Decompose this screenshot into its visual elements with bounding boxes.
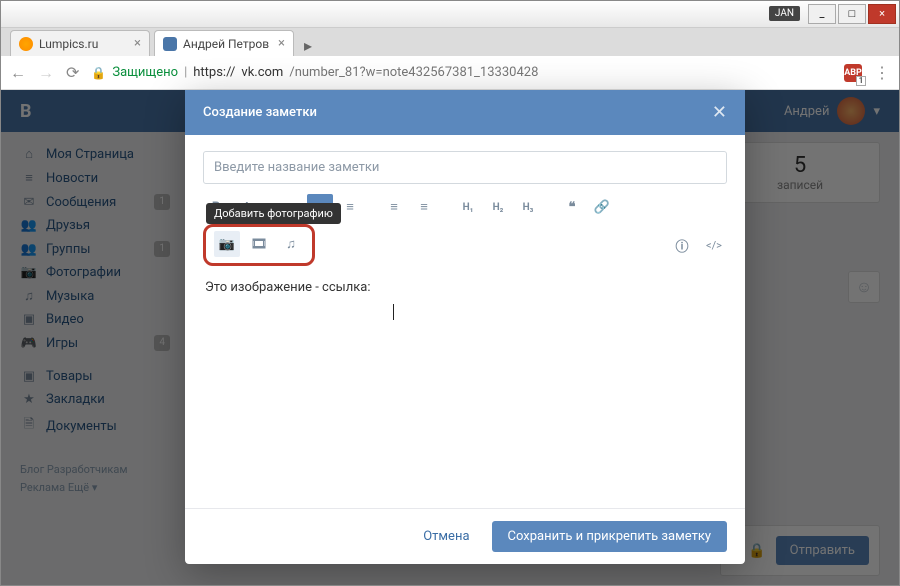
os-user-badge: JAN — [769, 6, 800, 21]
browser-tabstrip: Lumpics.ru × Андрей Петров × ▸ — [0, 28, 900, 56]
nav-reload-button[interactable]: ⟳ — [66, 63, 79, 82]
favicon-lumpics — [19, 37, 33, 51]
info-button[interactable]: ⓘ — [669, 232, 695, 258]
tab-close-icon[interactable]: × — [270, 36, 285, 51]
url-path: /number_81?w=note432567381_13330428 — [289, 65, 538, 80]
nav-back-button[interactable]: ← — [10, 63, 26, 83]
tab-close-icon[interactable]: × — [126, 36, 141, 51]
extension-abp-icon[interactable]: ABP 1 — [844, 64, 862, 82]
unordered-list-button[interactable]: ≡ — [411, 194, 437, 220]
window-close-button[interactable]: × — [868, 4, 896, 24]
tab-label: Андрей Петров — [183, 37, 269, 51]
note-title-input[interactable] — [203, 151, 727, 184]
extension-badge: 1 — [856, 76, 866, 86]
modal-body: B I ≡ ≡ ≡ ≡ ≡ H₁ H₂ H₃ ❝ 🔗 Добавить фото… — [185, 135, 745, 508]
ordered-list-button[interactable]: ≡ — [381, 194, 407, 220]
h2-button[interactable]: H₂ — [485, 194, 511, 220]
url-field[interactable]: 🔒 Защищено | https://vk.com/number_81?w=… — [91, 65, 832, 80]
text-cursor — [393, 304, 394, 320]
cancel-button[interactable]: Отмена — [411, 521, 481, 552]
quote-button[interactable]: ❝ — [559, 194, 585, 220]
add-video-button[interactable]: 🎞 — [246, 231, 272, 257]
lock-icon: 🔒 — [91, 66, 106, 80]
address-bar: ← → ⟳ 🔒 Защищено | https://vk.com/number… — [0, 56, 900, 90]
window-maximize-button[interactable]: □ — [838, 4, 866, 24]
editor-content: Это изображение - ссылка: — [205, 280, 371, 295]
modal-footer: Отмена Сохранить и прикрепить заметку — [185, 508, 745, 564]
modal-close-button[interactable]: ✕ — [712, 102, 727, 123]
note-editor[interactable]: Это изображение - ссылка: — [203, 272, 727, 492]
browser-menu-button[interactable]: ⋮ — [874, 63, 890, 82]
code-button[interactable]: </> — [701, 232, 727, 258]
add-audio-button[interactable]: ♫ — [278, 231, 304, 257]
align-right-button[interactable]: ≡ — [337, 194, 363, 220]
nav-forward-button[interactable]: → — [38, 63, 54, 83]
media-buttons-highlighted: Добавить фотографию 📷 🎞 ♫ — [203, 224, 315, 266]
h1-button[interactable]: H₁ — [455, 194, 481, 220]
secure-label: Защищено — [112, 65, 178, 80]
window-minimize-button[interactable]: _ — [808, 4, 836, 24]
window-titlebar: JAN _ □ × — [0, 0, 900, 28]
h3-button[interactable]: H₃ — [515, 194, 541, 220]
tab-lumpics[interactable]: Lumpics.ru × — [10, 30, 150, 56]
create-note-modal: Создание заметки ✕ B I ≡ ≡ ≡ ≡ ≡ H₁ H₂ H… — [185, 90, 745, 564]
modal-header: Создание заметки ✕ — [185, 90, 745, 135]
tab-label: Lumpics.ru — [39, 37, 98, 51]
modal-title: Создание заметки — [203, 105, 317, 120]
new-tab-button[interactable]: ▸ — [298, 36, 318, 56]
tab-vk-profile[interactable]: Андрей Петров × — [154, 30, 294, 56]
url-host: vk.com — [241, 65, 283, 80]
editor-toolbar: B I ≡ ≡ ≡ ≡ ≡ H₁ H₂ H₃ ❝ 🔗 Добавить фото… — [203, 184, 727, 272]
link-button[interactable]: 🔗 — [589, 194, 615, 220]
add-photo-button[interactable]: 📷 — [214, 231, 240, 257]
page-content: B Андрей ▾ ⌂Моя Страница ≡Новости ✉Сообщ… — [0, 90, 900, 586]
save-attach-button[interactable]: Сохранить и прикрепить заметку — [492, 521, 727, 552]
url-proto: https:// — [193, 65, 235, 80]
add-photo-tooltip: Добавить фотографию — [206, 203, 341, 224]
favicon-vk — [163, 37, 177, 51]
